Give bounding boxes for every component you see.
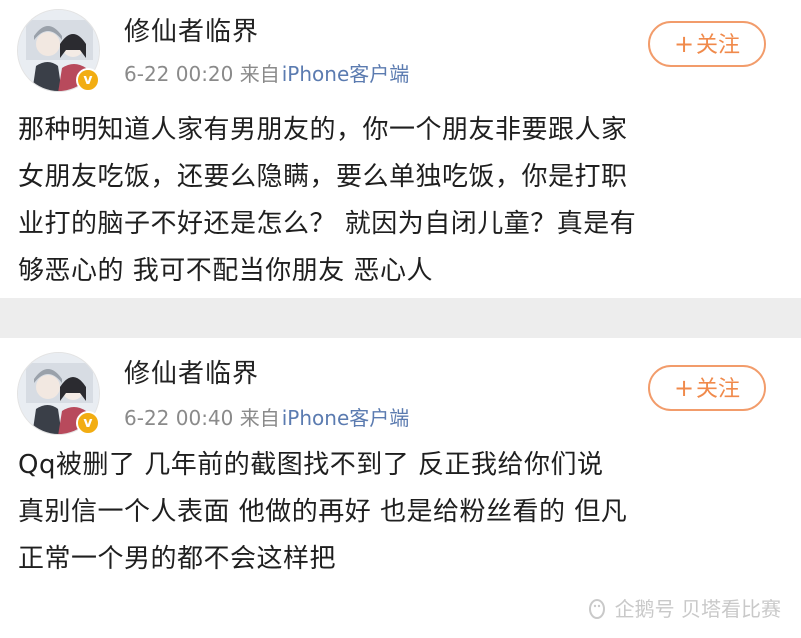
- content-line: 业打的脑子不好还是怎么？ 就因为自闭儿童？真是有: [18, 209, 637, 239]
- follow-label: 关注: [696, 377, 741, 402]
- watermark: 企鹅号 贝塔看比赛: [585, 593, 781, 622]
- follow-label: 关注: [696, 33, 741, 58]
- watermark-text: 企鹅号 贝塔看比赛: [614, 597, 781, 621]
- post-content: Qq被删了 几年前的截图找不到了 反正我给你们说 真别信一个人表面 他做的再好 …: [18, 442, 788, 583]
- follow-button[interactable]: +关注: [648, 21, 766, 67]
- client-link[interactable]: iPhone客户端: [282, 62, 410, 86]
- weibo-post: v 修仙者临界 6-22 00:20 来自 iPhone客户端 +关注 那种明知道…: [0, 0, 801, 298]
- plus-icon: +: [673, 30, 695, 58]
- content-line: 女朋友吃饭，还要么隐瞒，要么单独吃饭，你是打职: [18, 162, 628, 192]
- post-content: 那种明知道人家有男朋友的，你一个朋友非要跟人家 女朋友吃饭，还要么隐瞒，要么单独…: [18, 107, 788, 295]
- post-time: 6-22 00:40: [124, 406, 234, 430]
- post-meta: 6-22 00:40 来自 iPhone客户端: [124, 406, 409, 430]
- username[interactable]: 修仙者临界: [124, 17, 259, 47]
- content-line: 那种明知道人家有男朋友的，你一个朋友非要跟人家: [18, 115, 628, 145]
- post-meta: 6-22 00:20 来自 iPhone客户端: [124, 62, 409, 86]
- verified-badge-icon: v: [76, 68, 100, 92]
- penguin-logo-icon: [588, 598, 605, 619]
- source-prefix: 来自: [239, 62, 280, 86]
- follow-button[interactable]: +关注: [648, 365, 766, 411]
- weibo-post: v 修仙者临界 6-22 00:40 来自 iPhone客户端 +关注 Qq被删了…: [0, 338, 801, 638]
- post-time: 6-22 00:20: [124, 62, 234, 86]
- content-line: Qq被删了 几年前的截图找不到了 反正我给你们说: [18, 450, 604, 480]
- verified-badge-icon: v: [76, 411, 100, 435]
- plus-icon: +: [673, 374, 695, 402]
- client-link[interactable]: iPhone客户端: [282, 406, 410, 430]
- source-prefix: 来自: [239, 406, 280, 430]
- post-separator: [0, 298, 801, 338]
- content-line: 正常一个男的都不会这样把: [18, 544, 337, 574]
- username[interactable]: 修仙者临界: [124, 359, 259, 389]
- content-line: 够恶心的 我可不配当你朋友 恶心人: [18, 256, 434, 286]
- content-line: 真别信一个人表面 他做的再好 也是给粉丝看的 但凡: [18, 497, 628, 527]
